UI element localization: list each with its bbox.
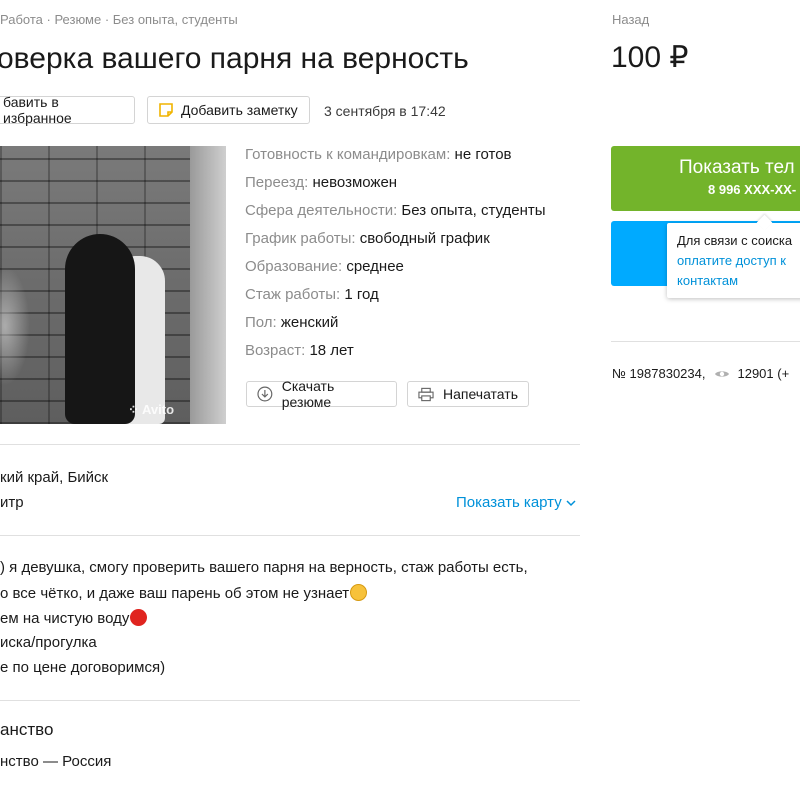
param-experience: Стаж работы: 1 год	[245, 286, 379, 303]
price: 100 ₽	[611, 41, 689, 74]
citizenship-heading: анство	[0, 720, 54, 739]
favorite-label: бавить в избранное	[3, 94, 72, 126]
download-resume-button[interactable]: Скачать резюме	[246, 378, 397, 410]
phone-number-masked: 8 996 XXX-XX-	[708, 182, 797, 197]
pay-access-link[interactable]: оплатите доступ к контактам	[677, 251, 800, 291]
param-relocation: Переезд: невозможен	[245, 174, 397, 191]
param-education: Образование: среднее	[245, 258, 404, 275]
param-schedule: График работы: свободный график	[245, 230, 490, 247]
add-to-favorites-button[interactable]: бавить в избранное	[0, 94, 135, 126]
tooltip-arrow	[756, 214, 773, 231]
param-field: Сфера деятельности: Без опыта, студенты	[245, 202, 546, 219]
param-key: График работы:	[245, 230, 356, 247]
show-map-link[interactable]: Показать карту	[456, 494, 576, 511]
page-title: оверка вашего парня на верность	[0, 42, 469, 75]
param-key: Стаж работы:	[245, 286, 341, 303]
devil-emoji-icon	[130, 609, 148, 626]
param-value: невозможен	[312, 174, 398, 191]
description-line: ем на чистую воду	[0, 609, 148, 627]
show-map-label: Показать карту	[456, 494, 562, 511]
watermark-text: Avito	[142, 402, 175, 417]
param-value: 18 лет	[309, 342, 354, 359]
param-value: среднее	[346, 258, 404, 275]
wink-emoji-icon	[350, 584, 368, 601]
download-icon	[257, 386, 273, 402]
param-key: Пол:	[245, 314, 277, 331]
description-text: о все чётко, и даже ваш парень об этом н…	[0, 585, 350, 602]
listing-photo[interactable]: ⁘ Avito	[0, 146, 226, 424]
photo-person-hair	[65, 234, 135, 424]
breadcrumb[interactable]: Работа · Резюме · Без опыта, студенты	[0, 12, 238, 27]
avito-logo-icon: ⁘	[128, 402, 143, 417]
description-line: о все чётко, и даже ваш парень об этом н…	[0, 584, 368, 602]
description-line: е по цене договоримся)	[0, 659, 166, 676]
param-age: Возраст: 18 лет	[245, 342, 354, 359]
back-link[interactable]: Назад	[612, 12, 649, 27]
param-key: Готовность к командировкам:	[245, 146, 451, 163]
photo-smoke	[0, 266, 30, 386]
contact-access-tooltip: Для связи с соиска оплатите доступ к кон…	[667, 214, 800, 298]
divider	[0, 535, 580, 536]
description-line: иска/прогулка	[0, 634, 97, 651]
print-label: Напечатать	[442, 386, 518, 402]
chevron-down-icon	[566, 500, 576, 507]
location-region: кий край, Бийск	[0, 469, 109, 486]
ad-number: № 1987830234,	[612, 366, 706, 381]
show-phone-label: Показать тел	[679, 157, 795, 178]
param-value: женский	[280, 314, 339, 331]
param-travel: Готовность к командировкам: не готов	[245, 146, 512, 163]
param-value: Без опыта, студенты	[401, 202, 546, 219]
add-note-button[interactable]: Добавить заметку	[147, 96, 310, 124]
ad-meta: № 1987830234, 12901 (+	[612, 366, 789, 381]
eye-icon	[715, 370, 730, 377]
printer-icon	[418, 387, 434, 401]
param-key: Переезд:	[245, 174, 309, 191]
param-key: Сфера деятельности:	[245, 202, 398, 219]
param-key: Образование:	[245, 258, 343, 275]
views-count: 12901 (+	[737, 366, 790, 381]
download-label: Скачать резюме	[281, 378, 335, 410]
param-value: 1 год	[344, 286, 379, 303]
param-value: свободный график	[359, 230, 490, 247]
param-value: не готов	[454, 146, 512, 163]
note-label: Добавить заметку	[181, 102, 298, 118]
photo-watermark: ⁘ Avito	[128, 402, 174, 418]
location-district: итр	[0, 494, 24, 511]
publish-date: 3 сентября в 17:42	[324, 103, 446, 119]
description-text: ем на чистую воду	[0, 610, 130, 627]
divider	[0, 444, 580, 445]
show-phone-button[interactable]: Показать тел 8 996 XXX-XX-	[611, 146, 800, 211]
divider	[0, 700, 580, 701]
param-gender: Пол: женский	[245, 314, 338, 331]
note-icon	[159, 103, 173, 117]
description-line: ) я девушка, смогу проверить вашего парн…	[0, 559, 528, 576]
tooltip-text: Для связи с соиска	[677, 233, 793, 248]
param-key: Возраст:	[245, 342, 306, 359]
print-button[interactable]: Напечатать	[407, 381, 529, 407]
divider	[611, 341, 800, 342]
photo-next-edge	[190, 146, 226, 424]
citizenship-value: нство — Россия	[0, 753, 112, 770]
